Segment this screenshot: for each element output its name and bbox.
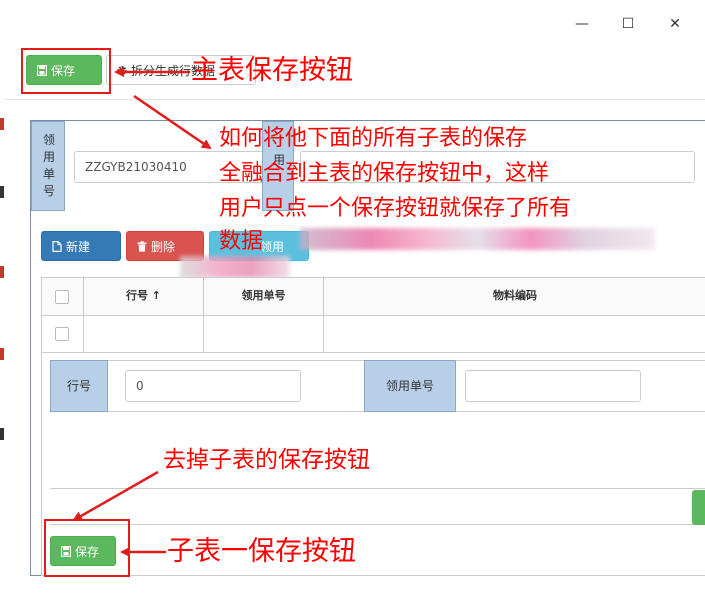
annotation-arrows (72, 67, 212, 557)
annotation-question-line-2: 全融合到主表的保存按钮中，这样 (219, 161, 550, 186)
arrow-to-question (133, 94, 212, 150)
annotation-question-line-4: 数据 (219, 229, 264, 254)
annotation-question-line-1: 如何将他下面的所有子表的保存 (219, 126, 528, 151)
annotation-sub-save: 子表一保存按钮 (167, 536, 356, 567)
screenshot-stage: — ☐ ✕ 保存 拆分生成行数据 领用单号 ZZGYB21030410 用 新建 (0, 0, 705, 606)
annotation-remove-sub-save: 去掉子表的保存按钮 (163, 447, 370, 473)
annotation-master-save: 主表保存按钮 (191, 55, 353, 86)
arrow-remove-sub-save (72, 470, 159, 522)
annotation-question-line-3: 用户只点一个保存按钮就保存了所有 (219, 196, 572, 221)
